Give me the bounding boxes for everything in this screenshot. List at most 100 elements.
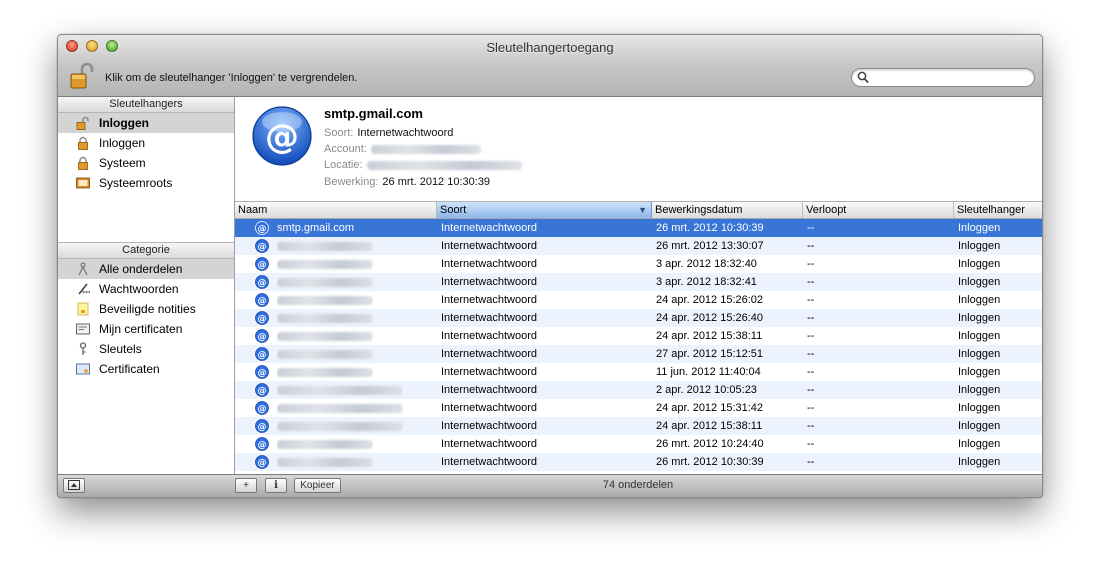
column-header-kind[interactable]: Soort ▼ xyxy=(437,202,652,218)
cell-name-redacted xyxy=(277,399,403,417)
cell-expires: -- xyxy=(807,294,815,306)
category-header: Categorie xyxy=(58,243,234,259)
table-row[interactable]: @ Internetwachtwoord 24 apr. 2012 15:31:4… xyxy=(235,399,1042,417)
padlock-icon xyxy=(78,136,88,150)
table-row[interactable]: @ Internetwachtwoord 24 apr. 2012 15:38:1… xyxy=(235,327,1042,345)
cell-name-redacted xyxy=(277,237,373,255)
cell-expires: -- xyxy=(807,420,815,432)
internet-password-icon: @ xyxy=(255,419,269,433)
cell-modified: 26 mrt. 2012 13:30:07 xyxy=(656,240,764,252)
table-row[interactable]: @ Internetwachtwoord 3 apr. 2012 18:32:40… xyxy=(235,255,1042,273)
column-header-modified[interactable]: Bewerkingsdatum xyxy=(652,202,803,218)
search-icon xyxy=(857,71,869,84)
cell-modified: 26 mrt. 2012 10:30:39 xyxy=(656,222,764,234)
table-row[interactable]: @ Internetwachtwoord 11 jun. 2012 11:40:0… xyxy=(235,363,1042,381)
cell-name-redacted xyxy=(277,273,373,291)
category-section: Categorie Alle onderdelen *** Wachtwoord… xyxy=(58,242,234,379)
table-row[interactable]: @ Internetwachtwoord 26 mrt. 2012 10:24:4… xyxy=(235,435,1042,453)
internet-password-icon: @ xyxy=(255,401,269,415)
table-row[interactable]: @ Internetwachtwoord 27 apr. 2012 15:12:5… xyxy=(235,345,1042,363)
internet-password-at-icon: @ xyxy=(252,106,312,166)
padlock-icon xyxy=(78,156,88,170)
search-input[interactable] xyxy=(872,70,1031,87)
cell-expires: -- xyxy=(807,240,815,252)
table-row[interactable]: @ Internetwachtwoord 3 apr. 2012 18:32:41… xyxy=(235,273,1042,291)
svg-text:@: @ xyxy=(258,297,267,307)
cell-expires: -- xyxy=(807,384,815,396)
cell-kind: Internetwachtwoord xyxy=(441,384,537,396)
modified-value: 26 mrt. 2012 10:30:39 xyxy=(382,176,491,188)
cell-kind: Internetwachtwoord xyxy=(441,240,537,252)
cell-expires: -- xyxy=(807,402,815,414)
item-modified-row: Bewerking: 26 mrt. 2012 10:30:39 xyxy=(324,176,490,188)
sidebar-item-label: Systeemroots xyxy=(99,176,173,190)
sidebar-item-system-roots[interactable]: Systeemroots xyxy=(58,173,234,193)
sidebar-item-system[interactable]: Systeem xyxy=(58,153,234,173)
secure-note-icon xyxy=(77,302,89,316)
cell-expires: -- xyxy=(807,258,815,270)
account-label: Account: xyxy=(324,143,367,155)
sidebar-item-passwords[interactable]: *** Wachtwoorden xyxy=(58,279,234,299)
table-row[interactable]: @ Internetwachtwoord 24 apr. 2012 15:26:4… xyxy=(235,309,1042,327)
table-row[interactable]: @ Internetwachtwoord 24 apr. 2012 15:38:1… xyxy=(235,417,1042,435)
cell-kind: Internetwachtwoord xyxy=(441,222,537,234)
cell-kind: Internetwachtwoord xyxy=(441,438,537,450)
search-field[interactable] xyxy=(851,68,1035,87)
table-header: Naam Soort ▼ Bewerkingsdatum Verloopt Sl… xyxy=(235,202,1042,219)
my-certificate-icon xyxy=(76,323,90,335)
kind-value: Internetwachtwoord xyxy=(357,127,454,139)
svg-text:@: @ xyxy=(258,261,267,271)
cell-modified: 26 mrt. 2012 10:24:40 xyxy=(656,438,764,450)
cell-name-redacted xyxy=(277,255,373,273)
table-body: @ smtp.gmail.com Internetwachtwoord 26 mrt… xyxy=(235,219,1042,471)
cell-keychain: Inloggen xyxy=(958,456,1001,468)
cell-keychain: Inloggen xyxy=(958,438,1001,450)
column-header-expires[interactable]: Verloopt xyxy=(803,202,954,218)
cell-modified: 24 apr. 2012 15:38:11 xyxy=(656,420,763,432)
sidebar-item-label: Systeem xyxy=(99,156,146,170)
item-account-row: Account: xyxy=(324,143,481,155)
cell-kind: Internetwachtwoord xyxy=(441,258,537,270)
cell-keychain: Inloggen xyxy=(958,312,1001,324)
column-header-name[interactable]: Naam xyxy=(235,202,437,218)
svg-text:@: @ xyxy=(258,351,267,361)
sidebar-item-all-items[interactable]: Alle onderdelen xyxy=(58,259,234,279)
sidebar-item-my-certificates[interactable]: Mijn certificaten xyxy=(58,319,234,339)
sidebar-item-login-unlocked[interactable]: Inloggen xyxy=(58,113,234,133)
cell-keychain: Inloggen xyxy=(958,384,1001,396)
table-row[interactable]: @ Internetwachtwoord 26 mrt. 2012 10:30:3… xyxy=(235,453,1042,471)
table-row[interactable]: @ Internetwachtwoord 26 mrt. 2012 13:30:0… xyxy=(235,237,1042,255)
sidebar-item-label: Certificaten xyxy=(99,362,160,376)
show-sidebar-button[interactable] xyxy=(63,478,85,493)
cell-modified: 11 jun. 2012 11:40:04 xyxy=(656,366,761,378)
cell-modified: 3 apr. 2012 18:32:40 xyxy=(656,258,757,270)
svg-text:@: @ xyxy=(258,441,267,451)
svg-text:@: @ xyxy=(258,423,267,433)
svg-text:@: @ xyxy=(258,387,267,397)
sidebar-item-secure-notes[interactable]: Beveiligde notities xyxy=(58,299,234,319)
cell-name-redacted xyxy=(277,435,373,453)
cell-keychain: Inloggen xyxy=(958,258,1001,270)
internet-password-icon: @ xyxy=(255,347,269,361)
sidebar-item-keys[interactable]: Sleutels xyxy=(58,339,234,359)
cell-expires: -- xyxy=(807,312,815,324)
cell-keychain: Inloggen xyxy=(958,294,1001,306)
lock-keychain-button[interactable] xyxy=(68,62,98,90)
column-header-kind-label: Soort xyxy=(440,204,467,216)
window-title: Sleutelhangertoegang xyxy=(486,40,614,55)
table-row[interactable]: @ smtp.gmail.com Internetwachtwoord 26 mrt… xyxy=(235,219,1042,237)
table-row[interactable]: @ Internetwachtwoord 24 apr. 2012 15:26:0… xyxy=(235,291,1042,309)
unlocked-padlock-icon xyxy=(76,116,89,130)
cell-expires: -- xyxy=(807,366,815,378)
svg-text:@: @ xyxy=(258,459,267,469)
sidebar-item-certificates[interactable]: Certificaten xyxy=(58,359,234,379)
title-bar: Sleutelhangertoegang Klik om de sleutelh… xyxy=(58,35,1042,97)
sidebar-item-login[interactable]: Inloggen xyxy=(58,133,234,153)
cell-kind: Internetwachtwoord xyxy=(441,366,537,378)
cell-name-redacted xyxy=(277,417,403,435)
internet-password-icon: @ xyxy=(255,239,269,253)
cell-keychain: Inloggen xyxy=(958,420,1001,432)
column-header-keychain[interactable]: Sleutelhanger xyxy=(954,202,1042,218)
cell-modified: 2 apr. 2012 10:05:23 xyxy=(656,384,757,396)
table-row[interactable]: @ Internetwachtwoord 2 apr. 2012 10:05:23… xyxy=(235,381,1042,399)
